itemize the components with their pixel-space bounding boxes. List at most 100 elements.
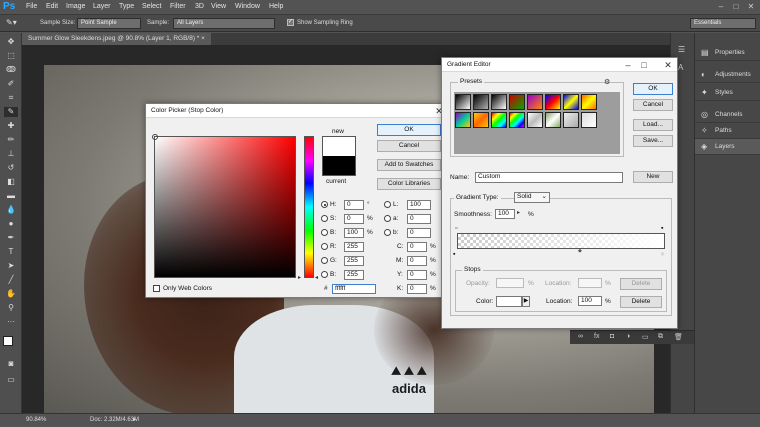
menu-select[interactable]: Select bbox=[142, 3, 161, 10]
menu-filter[interactable]: Filter bbox=[170, 3, 186, 10]
preset-custom-white[interactable] bbox=[581, 112, 597, 128]
menu-type[interactable]: Type bbox=[119, 3, 134, 10]
menu-layer[interactable]: Layer bbox=[93, 3, 111, 10]
color-field-cursor[interactable] bbox=[152, 134, 158, 140]
minimize-icon[interactable]: – bbox=[716, 2, 726, 12]
c-field[interactable]: 0 bbox=[407, 242, 427, 252]
menu-3d[interactable]: 3D bbox=[195, 3, 204, 10]
rgb-b-radio[interactable] bbox=[321, 271, 328, 278]
menu-view[interactable]: View bbox=[211, 3, 226, 10]
menu-edit[interactable]: Edit bbox=[46, 3, 58, 10]
mask-icon[interactable]: ◘ bbox=[610, 333, 614, 340]
marquee-tool-icon[interactable]: ⬚ bbox=[4, 51, 18, 61]
zoom-tool-icon[interactable]: ⚲ bbox=[4, 303, 18, 313]
zoom-level[interactable]: 90.84% bbox=[26, 417, 46, 423]
blur-tool-icon[interactable]: 💧 bbox=[4, 205, 18, 215]
preset-transparent-stripes[interactable] bbox=[527, 112, 543, 128]
gradient-load-button[interactable]: Load... bbox=[633, 119, 673, 131]
s-radio[interactable] bbox=[321, 215, 328, 222]
new-layer-icon[interactable]: ⧉ bbox=[658, 333, 663, 341]
menu-window[interactable]: Window bbox=[235, 3, 260, 10]
preset-copper[interactable] bbox=[545, 112, 561, 128]
color-field[interactable] bbox=[152, 134, 296, 278]
lab-b-radio[interactable] bbox=[384, 229, 391, 236]
l-field[interactable]: 100 bbox=[407, 200, 431, 210]
preset-chrome[interactable] bbox=[563, 112, 579, 128]
screen-mode-icon[interactable]: ▭ bbox=[4, 375, 18, 385]
color-delete-button[interactable]: Delete bbox=[620, 296, 662, 308]
gradient-new-button[interactable]: New bbox=[633, 171, 673, 183]
stop-color-menu-icon[interactable]: ▶ bbox=[522, 296, 530, 307]
healing-tool-icon[interactable]: ✚ bbox=[4, 121, 18, 131]
path-select-tool-icon[interactable]: ➤ bbox=[4, 261, 18, 271]
smoothness-field[interactable]: 100 bbox=[495, 209, 515, 219]
color-libraries-button[interactable]: Color Libraries bbox=[377, 178, 441, 190]
preset-blue-yellow-blue[interactable] bbox=[563, 94, 579, 110]
eyedropper-icon[interactable]: ✎▾ bbox=[6, 18, 17, 27]
workspace-select[interactable]: Essentials bbox=[690, 18, 756, 29]
quick-mask-icon[interactable]: ◙ bbox=[4, 359, 18, 369]
preset-blue-red-yellow[interactable] bbox=[545, 94, 561, 110]
menu-image[interactable]: Image bbox=[66, 3, 85, 10]
menu-file[interactable]: File bbox=[26, 3, 37, 10]
panel-paths[interactable]: ✧ Paths bbox=[695, 123, 760, 139]
color-stop-left[interactable]: ▪ bbox=[453, 251, 455, 258]
menu-help[interactable]: Help bbox=[269, 3, 283, 10]
lab-b-field[interactable]: 0 bbox=[407, 228, 431, 238]
character-panel-icon[interactable]: A bbox=[678, 63, 683, 72]
name-field[interactable]: Custom bbox=[475, 172, 623, 183]
color-location-field[interactable]: 100 bbox=[578, 296, 602, 306]
panel-properties[interactable]: ▤ Properties bbox=[695, 45, 760, 61]
history-panel-icon[interactable]: ☰ bbox=[678, 45, 685, 54]
a-field[interactable]: 0 bbox=[407, 214, 431, 224]
sample-select[interactable]: All Layers bbox=[173, 18, 275, 29]
k-field[interactable]: 0 bbox=[407, 284, 427, 294]
gradient-type-select[interactable]: Solid ⌄ bbox=[514, 192, 550, 203]
opacity-stop-left[interactable]: ▫ bbox=[455, 225, 457, 232]
g-field[interactable]: 255 bbox=[344, 256, 364, 266]
preset-transparent-rainbow[interactable] bbox=[509, 112, 525, 128]
b-radio[interactable] bbox=[321, 229, 328, 236]
panel-adjustments[interactable]: ◐ Adjustments bbox=[695, 67, 760, 83]
a-radio[interactable] bbox=[384, 215, 391, 222]
color-picker-ok-button[interactable]: OK bbox=[377, 124, 441, 136]
gradient-minimize-icon[interactable]: – bbox=[622, 59, 634, 71]
gradient-ok-button[interactable]: OK bbox=[633, 83, 673, 95]
pen-tool-icon[interactable]: ✒ bbox=[4, 233, 18, 243]
m-field[interactable]: 0 bbox=[407, 256, 427, 266]
fx-icon[interactable]: fx bbox=[594, 333, 599, 340]
group-icon[interactable]: ▭ bbox=[642, 333, 649, 341]
color-stop-right[interactable]: ▫ bbox=[661, 251, 663, 258]
adjustment-layer-icon[interactable]: ◑ bbox=[626, 333, 630, 340]
opacity-delete-button[interactable]: Delete bbox=[620, 278, 662, 290]
preset-fg-transparent[interactable] bbox=[473, 94, 489, 110]
midpoint-diamond[interactable]: ◆ bbox=[578, 248, 582, 254]
presets-gear-icon[interactable]: ⚙ bbox=[604, 78, 610, 86]
only-web-colors-checkbox[interactable] bbox=[153, 285, 160, 292]
eraser-tool-icon[interactable]: ◧ bbox=[4, 177, 18, 187]
preset-violet-orange[interactable] bbox=[527, 94, 543, 110]
panel-styles[interactable]: ✦ Styles bbox=[695, 85, 760, 101]
h-field[interactable]: 0 bbox=[344, 200, 364, 210]
preset-spectrum[interactable] bbox=[491, 112, 507, 128]
h-radio[interactable] bbox=[321, 201, 328, 208]
rgb-b-field[interactable]: 255 bbox=[344, 270, 364, 280]
maximize-icon[interactable]: □ bbox=[731, 2, 741, 12]
dodge-tool-icon[interactable]: ● bbox=[4, 219, 18, 229]
preset-fg-bg[interactable] bbox=[455, 94, 471, 110]
preset-orange-yellow[interactable] bbox=[581, 94, 597, 110]
hue-slider-left-handle[interactable]: ▸ bbox=[298, 274, 301, 281]
gradient-maximize-icon[interactable]: □ bbox=[638, 59, 650, 71]
type-tool-icon[interactable]: T bbox=[4, 247, 18, 257]
y-field[interactable]: 0 bbox=[407, 270, 427, 280]
hex-field[interactable]: ffffff bbox=[332, 284, 376, 294]
hand-tool-icon[interactable]: ✋ bbox=[4, 289, 18, 299]
hue-slider-right-handle[interactable]: ◂ bbox=[315, 274, 318, 281]
hue-slider[interactable] bbox=[304, 136, 314, 278]
document-tab[interactable]: Summer Glow Sleekdens.jpeg @ 90.8% (Laye… bbox=[22, 33, 211, 45]
g-radio[interactable] bbox=[321, 257, 328, 264]
move-tool-icon[interactable]: ✥ bbox=[4, 37, 18, 47]
crop-tool-icon[interactable]: ⌗ bbox=[4, 93, 18, 103]
panel-layers[interactable]: ◈ Layers bbox=[695, 139, 760, 155]
status-arrow-icon[interactable]: ▸ bbox=[133, 416, 136, 423]
